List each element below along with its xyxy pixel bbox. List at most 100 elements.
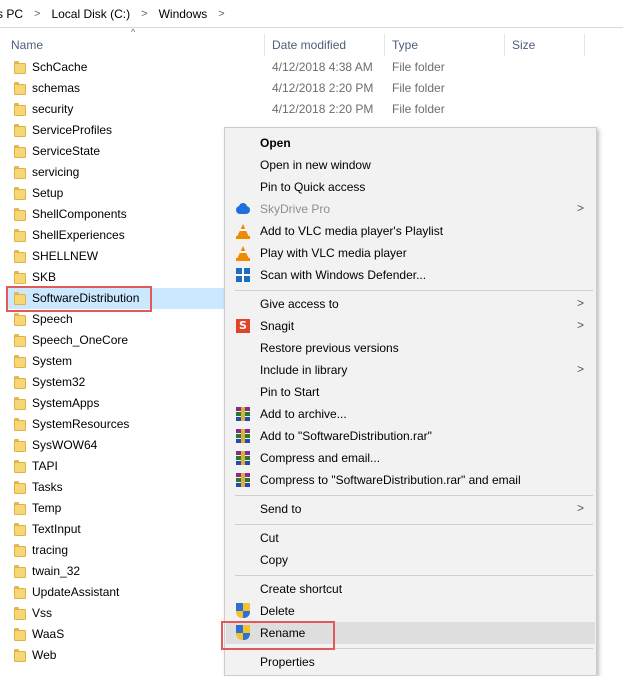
breadcrumb-separator: > bbox=[141, 7, 148, 20]
menu-item-add-rar[interactable]: Add to "SoftwareDistribution.rar" bbox=[226, 425, 595, 447]
highlight-annotation-selected-folder bbox=[6, 286, 152, 312]
folder-icon bbox=[14, 250, 26, 263]
folder-icon bbox=[14, 166, 26, 179]
breadcrumb-separator: > bbox=[218, 7, 225, 20]
menu-item-compress-rar-email[interactable]: Compress to "SoftwareDistribution.rar" a… bbox=[226, 469, 595, 491]
column-divider[interactable] bbox=[384, 34, 385, 56]
file-type: File folder bbox=[392, 102, 445, 116]
column-header-type[interactable]: Type bbox=[392, 34, 418, 56]
column-divider[interactable] bbox=[504, 34, 505, 56]
folder-icon bbox=[14, 628, 26, 641]
menu-item-label: Properties bbox=[260, 655, 315, 669]
file-name: TextInput bbox=[32, 522, 81, 536]
folder-icon bbox=[14, 502, 26, 515]
menu-item-label: Restore previous versions bbox=[260, 341, 399, 355]
column-divider[interactable] bbox=[264, 34, 265, 56]
folder-icon bbox=[14, 208, 26, 221]
menu-item-pin-quick-access[interactable]: Pin to Quick access bbox=[226, 176, 595, 198]
list-item[interactable]: security 4/12/2018 2:20 PM File folder bbox=[0, 99, 623, 120]
menu-item-copy[interactable]: Copy bbox=[226, 549, 595, 571]
file-date-modified: 4/12/2018 2:20 PM bbox=[272, 102, 374, 116]
file-name: Setup bbox=[32, 186, 64, 200]
column-header-name[interactable]: Name bbox=[11, 34, 43, 56]
menu-item-open-new-window[interactable]: Open in new window bbox=[226, 154, 595, 176]
column-header-size[interactable]: Size bbox=[512, 34, 535, 56]
menu-item-create-shortcut[interactable]: Create shortcut bbox=[226, 578, 595, 600]
file-name: SchCache bbox=[32, 60, 88, 74]
menu-item-defender-scan[interactable]: Scan with Windows Defender... bbox=[226, 264, 595, 286]
folder-icon bbox=[14, 544, 26, 557]
file-type: File folder bbox=[392, 60, 445, 74]
menu-item-label: Cut bbox=[260, 531, 279, 545]
menu-item-send-to[interactable]: Send to > bbox=[226, 498, 595, 520]
menu-item-delete[interactable]: Delete bbox=[226, 600, 595, 622]
menu-item-open[interactable]: Open bbox=[226, 132, 595, 154]
file-name: schemas bbox=[32, 81, 81, 95]
file-date-modified: 4/12/2018 2:20 PM bbox=[272, 81, 374, 95]
chevron-right-icon: > bbox=[577, 201, 585, 215]
menu-item-label: Play with VLC media player bbox=[260, 246, 407, 260]
file-name: UpdateAssistant bbox=[32, 585, 120, 599]
file-name: twain_32 bbox=[32, 564, 81, 578]
column-divider[interactable] bbox=[584, 34, 585, 56]
cloud-icon bbox=[235, 201, 251, 217]
file-name: ShellExperiences bbox=[32, 228, 125, 242]
menu-item-vlc-playlist[interactable]: Add to VLC media player's Playlist bbox=[226, 220, 595, 242]
menu-item-skydrive-pro[interactable]: SkyDrive Pro > bbox=[226, 198, 595, 220]
menu-item-label: Pin to Quick access bbox=[260, 180, 366, 194]
folder-icon bbox=[14, 82, 26, 95]
breadcrumb-this-pc[interactable]: s PC bbox=[0, 0, 26, 28]
file-name: SysWOW64 bbox=[32, 438, 98, 452]
context-menu: Open Open in new window Pin to Quick acc… bbox=[224, 127, 597, 676]
menu-item-cut[interactable]: Cut bbox=[226, 527, 595, 549]
breadcrumb-separator: > bbox=[34, 7, 41, 20]
menu-item-vlc-play[interactable]: Play with VLC media player bbox=[226, 242, 595, 264]
chevron-right-icon: > bbox=[577, 318, 585, 332]
menu-separator bbox=[235, 524, 593, 525]
menu-item-label: Snagit bbox=[260, 319, 295, 333]
breadcrumb-local-disk[interactable]: Local Disk (C:) bbox=[48, 0, 133, 28]
breadcrumb-windows[interactable]: Windows bbox=[156, 0, 211, 28]
file-name: security bbox=[32, 102, 74, 116]
folder-icon bbox=[14, 586, 26, 599]
menu-item-label: Open in new window bbox=[260, 158, 371, 172]
menu-item-restore-versions[interactable]: Restore previous versions bbox=[226, 337, 595, 359]
address-bar[interactable]: s PC > Local Disk (C:) > Windows > bbox=[0, 0, 623, 28]
folder-icon bbox=[14, 187, 26, 200]
menu-item-properties[interactable]: Properties bbox=[226, 651, 595, 673]
file-name: tracing bbox=[32, 543, 69, 557]
chevron-right-icon: > bbox=[577, 501, 585, 515]
menu-item-pin-start[interactable]: Pin to Start bbox=[226, 381, 595, 403]
folder-icon bbox=[14, 355, 26, 368]
menu-separator bbox=[235, 290, 593, 291]
menu-separator bbox=[235, 495, 593, 496]
menu-item-snagit[interactable]: S Snagit > bbox=[226, 315, 595, 337]
file-name: Temp bbox=[32, 501, 62, 515]
menu-item-add-archive[interactable]: Add to archive... bbox=[226, 403, 595, 425]
folder-icon bbox=[14, 271, 26, 284]
list-item[interactable]: schemas 4/12/2018 2:20 PM File folder bbox=[0, 78, 623, 99]
menu-item-compress-email[interactable]: Compress and email... bbox=[226, 447, 595, 469]
file-type: File folder bbox=[392, 81, 445, 95]
file-name: SystemResources bbox=[32, 417, 130, 431]
folder-icon bbox=[14, 229, 26, 242]
menu-item-label: Add to VLC media player's Playlist bbox=[260, 224, 444, 238]
menu-item-label: Copy bbox=[260, 553, 289, 567]
menu-item-give-access[interactable]: Give access to > bbox=[226, 293, 595, 315]
folder-icon bbox=[14, 523, 26, 536]
menu-item-label: Add to archive... bbox=[260, 407, 347, 421]
folder-icon bbox=[14, 145, 26, 158]
file-name: WaaS bbox=[32, 627, 65, 641]
column-header-date[interactable]: Date modified bbox=[272, 34, 346, 56]
menu-item-label: SkyDrive Pro bbox=[260, 202, 331, 216]
file-name: Tasks bbox=[32, 480, 63, 494]
file-name: Speech bbox=[32, 312, 73, 326]
winrar-icon bbox=[235, 450, 251, 466]
menu-item-label: Send to bbox=[260, 502, 302, 516]
file-name: Speech_OneCore bbox=[32, 333, 129, 347]
list-item[interactable]: SchCache 4/12/2018 4:38 AM File folder bbox=[0, 57, 623, 78]
menu-item-include-library[interactable]: Include in library > bbox=[226, 359, 595, 381]
chevron-right-icon: > bbox=[577, 296, 585, 310]
file-name: System32 bbox=[32, 375, 86, 389]
folder-icon bbox=[14, 124, 26, 137]
